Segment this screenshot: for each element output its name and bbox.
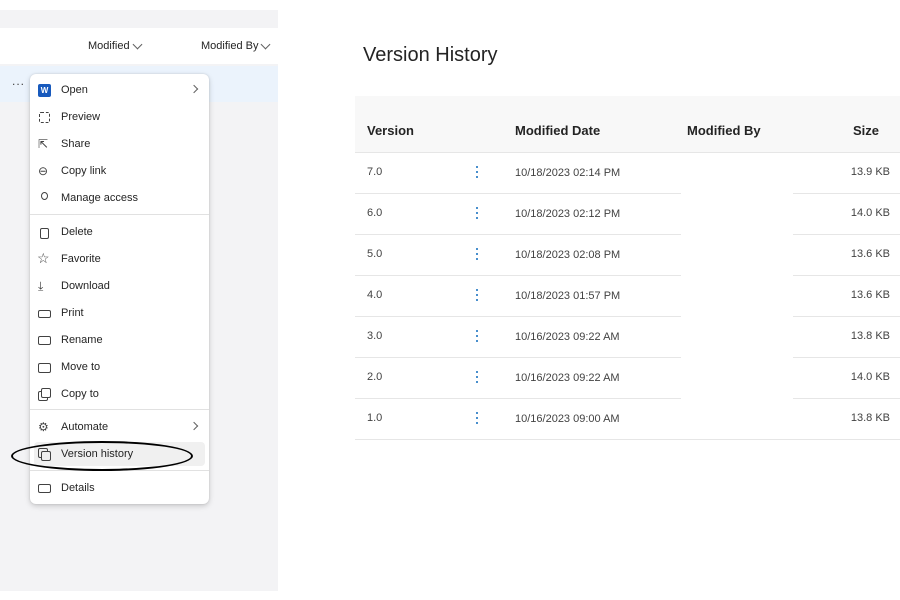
table-row[interactable]: 5.0 10/18/2023 02:08 PM 13.6 KB [355, 235, 900, 276]
menu-item-share[interactable]: ⇱ Share [34, 132, 205, 156]
menu-item-delete[interactable]: Delete [34, 220, 205, 244]
table-row[interactable]: 2.0 10/16/2023 09:22 AM 14.0 KB [355, 358, 900, 399]
menu-item-label: Details [61, 482, 95, 494]
menu-item-label: Rename [61, 334, 103, 346]
table-row[interactable]: 3.0 10/16/2023 09:22 AM 13.8 KB [355, 317, 900, 358]
modified-date-cell: 10/16/2023 09:22 AM [515, 372, 620, 384]
trash-icon [38, 226, 51, 239]
annotation-ellipse [11, 441, 193, 471]
print-icon [38, 307, 51, 320]
modified-date-cell: 10/18/2023 02:08 PM [515, 249, 621, 261]
word-icon: W [38, 83, 51, 97]
size-cell: 13.6 KB [850, 248, 890, 260]
page-title: Version History [363, 44, 498, 66]
modified-column-label: Modified [88, 40, 130, 52]
more-options-icon[interactable]: ... [12, 74, 25, 88]
modified-by-column-label: Modified By [201, 40, 259, 52]
menu-item-favorite[interactable]: ☆ Favorite [34, 247, 205, 271]
menu-item-label: Print [61, 307, 84, 319]
size-column-header: Size [853, 123, 880, 138]
table-header: Version Modified Date Modified By Size [355, 96, 900, 153]
modified-date-cell: 10/16/2023 09:00 AM [515, 413, 620, 425]
version-cell: 2.0 [367, 371, 383, 383]
menu-item-copy-link[interactable]: ⊖ Copy link [34, 159, 205, 183]
menu-item-download[interactable]: ⤓ Download [34, 274, 205, 298]
menu-item-label: Share [61, 138, 91, 150]
manage-access-icon [38, 191, 51, 205]
menu-item-print[interactable]: Print [34, 301, 205, 325]
menu-item-rename[interactable]: Rename [34, 328, 205, 352]
menu-item-label: Manage access [61, 192, 139, 204]
size-cell: 13.9 KB [850, 166, 890, 178]
modified-date-cell: 10/18/2023 01:57 PM [515, 290, 621, 302]
version-column-header: Version [367, 123, 414, 138]
more-options-icon[interactable] [475, 207, 479, 221]
menu-item-open[interactable]: W Open [34, 78, 205, 102]
menu-item-label: Preview [61, 111, 101, 123]
chevron-right-icon [189, 421, 199, 431]
menu-divider [30, 214, 209, 215]
context-menu: W Open Preview ⇱ Share ⊖ Copy link Manag… [30, 74, 209, 504]
menu-item-preview[interactable]: Preview [34, 105, 205, 129]
version-cell: 1.0 [367, 412, 383, 424]
modified-date-cell: 10/16/2023 09:22 AM [515, 331, 620, 343]
row-divider [355, 439, 900, 440]
menu-item-label: Download [61, 280, 110, 292]
link-icon: ⊖ [38, 163, 49, 178]
menu-item-label: Delete [61, 226, 93, 238]
menu-item-automate[interactable]: ⚙ Automate [34, 415, 205, 439]
modified-date-cell: 10/18/2023 02:14 PM [515, 167, 621, 179]
chevron-right-icon [189, 84, 199, 94]
size-cell: 14.0 KB [850, 371, 890, 383]
version-cell: 4.0 [367, 289, 383, 301]
version-cell: 5.0 [367, 248, 383, 260]
size-cell: 14.0 KB [850, 207, 890, 219]
more-options-icon[interactable] [475, 412, 479, 426]
menu-item-copy-to[interactable]: Copy to [34, 382, 205, 406]
modified-date-cell: 10/18/2023 02:12 PM [515, 208, 621, 220]
rename-icon [38, 334, 51, 347]
star-icon: ☆ [37, 249, 50, 266]
menu-item-label: Favorite [61, 253, 101, 265]
more-options-icon[interactable] [475, 330, 479, 344]
menu-item-label: Open [61, 84, 88, 96]
automate-icon: ⚙ [38, 419, 49, 434]
more-options-icon[interactable] [475, 166, 479, 180]
toolbar-strip [0, 0, 278, 10]
version-cell: 7.0 [367, 166, 383, 178]
copy-icon [38, 387, 51, 401]
menu-item-label: Copy link [61, 165, 107, 177]
modified-by-column-header[interactable]: Modified By [201, 39, 271, 52]
table-row[interactable]: 7.0 10/18/2023 02:14 PM 13.9 KB [355, 153, 900, 194]
menu-item-move-to[interactable]: Move to [34, 355, 205, 379]
menu-item-label: Copy to [61, 388, 99, 400]
more-options-icon[interactable] [475, 371, 479, 385]
chevron-down-icon [132, 39, 143, 50]
more-options-icon[interactable] [475, 248, 479, 262]
menu-divider [30, 409, 209, 410]
move-icon [38, 361, 51, 374]
table-row[interactable]: 1.0 10/16/2023 09:00 AM 13.8 KB [355, 399, 900, 440]
download-icon: ⤓ [38, 278, 44, 293]
menu-item-manage-access[interactable]: Manage access [34, 186, 205, 210]
table-row[interactable]: 6.0 10/18/2023 02:12 PM 14.0 KB [355, 194, 900, 235]
version-cell: 3.0 [367, 330, 383, 342]
share-icon: ⇱ [38, 136, 49, 151]
menu-item-label: Move to [61, 361, 101, 373]
version-cell: 6.0 [367, 207, 383, 219]
size-cell: 13.8 KB [850, 330, 890, 342]
size-cell: 13.8 KB [850, 412, 890, 424]
menu-item-label: Automate [61, 421, 109, 433]
chevron-down-icon [261, 39, 271, 50]
modified-by-column-header: Modified By [687, 123, 761, 138]
menu-item-details[interactable]: Details [34, 476, 205, 500]
preview-icon [38, 111, 51, 124]
more-options-icon[interactable] [475, 289, 479, 303]
details-icon [38, 482, 51, 495]
modified-date-column-header: Modified Date [515, 123, 601, 138]
table-row[interactable]: 4.0 10/18/2023 01:57 PM 13.6 KB [355, 276, 900, 317]
modified-column-header[interactable]: Modified [88, 39, 143, 52]
size-cell: 13.6 KB [850, 289, 890, 301]
